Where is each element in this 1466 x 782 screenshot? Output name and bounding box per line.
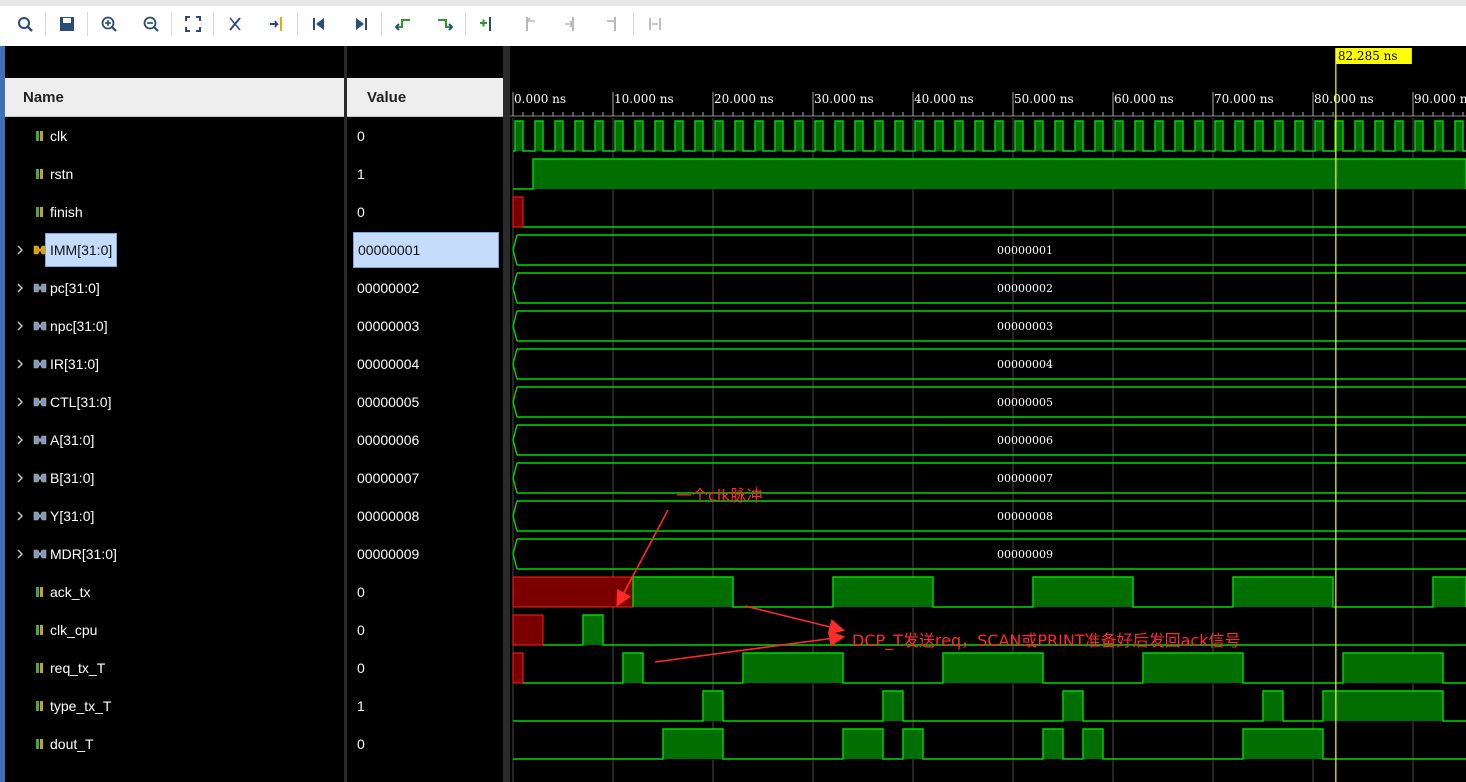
pulse-arrow bbox=[616, 509, 669, 607]
req-arrow bbox=[654, 630, 846, 663]
ack-arrow bbox=[744, 605, 846, 635]
annotation-arrows bbox=[616, 509, 846, 663]
